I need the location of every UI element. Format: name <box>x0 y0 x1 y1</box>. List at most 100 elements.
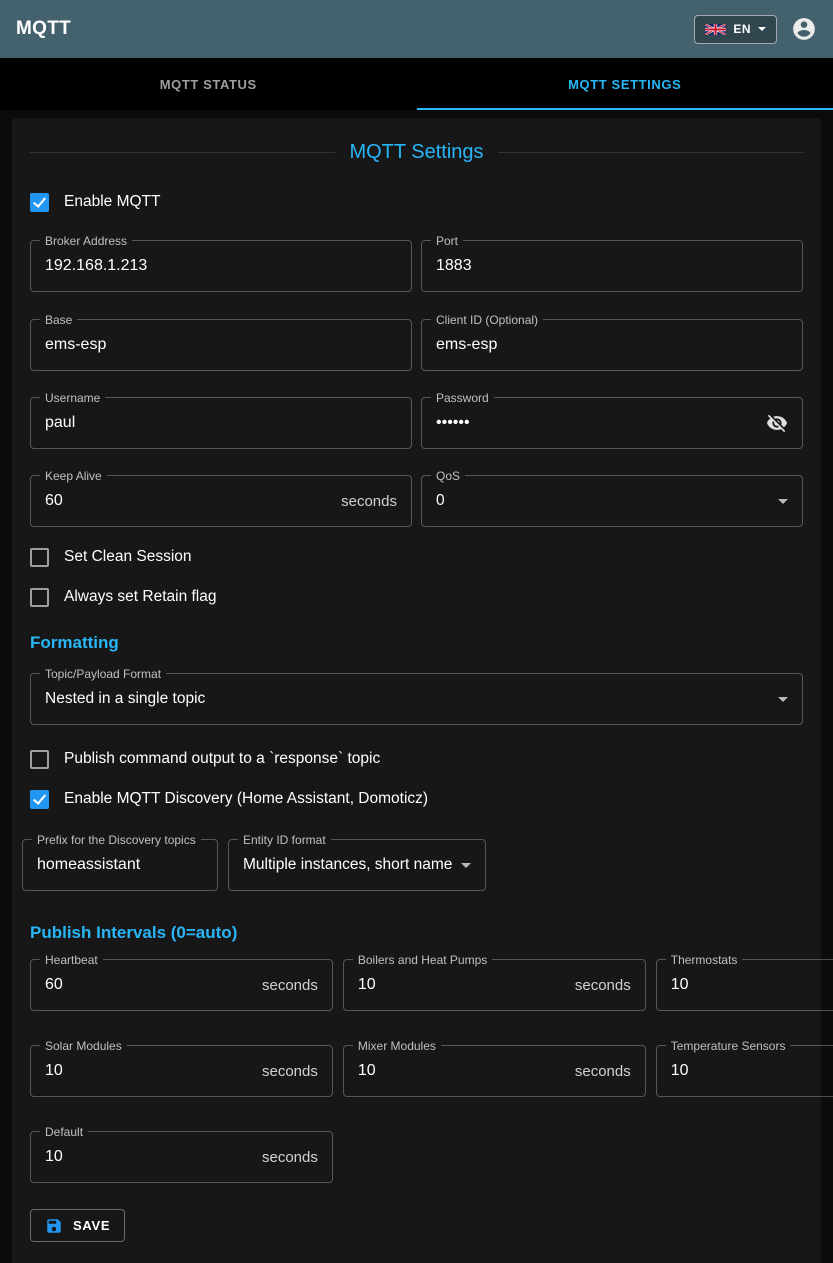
formatting-heading: Formatting <box>30 633 803 653</box>
tab-mqtt-status[interactable]: MQTT STATUS <box>0 58 417 110</box>
field-label: Broker Address <box>40 234 132 248</box>
interval-boilers-input[interactable] <box>358 976 565 994</box>
settings-card: MQTT Settings Enable MQTT Broker Address… <box>12 118 821 1263</box>
field-label: Base <box>40 313 77 327</box>
publish-intervals-heading: Publish Intervals (0=auto) <box>30 923 803 943</box>
selected-value: Nested in a single topic <box>45 690 770 708</box>
keep-alive-field: Keep Alive seconds <box>30 475 412 527</box>
enable-mqtt-checkbox[interactable]: Enable MQTT <box>30 190 803 214</box>
language-selector-button[interactable]: EN <box>694 15 777 44</box>
keep-alive-input[interactable] <box>45 492 331 510</box>
username-field: Username <box>30 397 412 449</box>
credentials-row: Username Password <box>30 397 803 449</box>
app-title: MQTT <box>16 18 71 40</box>
visibility-off-icon <box>766 412 788 434</box>
language-label: EN <box>733 22 751 36</box>
port-field: Port <box>421 240 803 292</box>
broker-port-row: Broker Address Port <box>30 240 803 292</box>
field-label: Heartbeat <box>40 953 103 967</box>
field-label: Temperature Sensors <box>666 1039 791 1053</box>
tab-mqtt-settings[interactable]: MQTT SETTINGS <box>417 58 833 110</box>
checkbox-icon <box>30 588 49 607</box>
port-input[interactable] <box>436 257 788 275</box>
tab-bar: MQTT STATUS MQTT SETTINGS <box>0 58 833 110</box>
field-label: Username <box>40 391 105 405</box>
field-label: Topic/Payload Format <box>40 667 166 681</box>
account-circle-icon <box>791 16 817 42</box>
divider-line <box>498 152 803 153</box>
unit-suffix: seconds <box>341 493 397 510</box>
checkbox-label: Always set Retain flag <box>64 588 217 606</box>
password-input[interactable] <box>436 414 758 432</box>
page-title-divider: MQTT Settings <box>30 138 803 166</box>
unit-suffix: seconds <box>575 977 631 994</box>
app-bar: MQTT EN <box>0 0 833 58</box>
discovery-options-row: Prefix for the Discovery topics Entity I… <box>22 839 803 891</box>
field-label: Keep Alive <box>40 469 107 483</box>
interval-temperature-field: Temperature Sensors seconds <box>656 1045 833 1097</box>
field-label: Thermostats <box>666 953 743 967</box>
checkbox-icon <box>30 548 49 567</box>
interval-solar-field: Solar Modules seconds <box>30 1045 333 1097</box>
interval-boilers-field: Boilers and Heat Pumps seconds <box>343 959 646 1011</box>
publish-response-checkbox[interactable]: Publish command output to a `response` t… <box>30 747 803 771</box>
unit-suffix: seconds <box>262 977 318 994</box>
field-label: QoS <box>431 469 465 483</box>
client-id-field: Client ID (Optional) <box>421 319 803 371</box>
checkbox-label: Publish command output to a `response` t… <box>64 750 380 768</box>
account-button[interactable] <box>791 16 817 42</box>
interval-temperature-input[interactable] <box>671 1062 833 1080</box>
interval-mixer-field: Mixer Modules seconds <box>343 1045 646 1097</box>
qos-select[interactable]: QoS 0 <box>421 475 803 527</box>
active-tab-indicator <box>417 108 833 110</box>
checkbox-label: Enable MQTT Discovery (Home Assistant, D… <box>64 790 428 808</box>
mqtt-discovery-checkbox[interactable]: Enable MQTT Discovery (Home Assistant, D… <box>30 787 803 811</box>
checkbox-icon <box>30 790 49 809</box>
username-input[interactable] <box>45 414 397 432</box>
divider-line <box>30 152 335 153</box>
password-field: Password <box>421 397 803 449</box>
chevron-down-icon <box>758 27 766 31</box>
discovery-prefix-input[interactable] <box>37 856 203 874</box>
interval-default-input[interactable] <box>45 1148 252 1166</box>
interval-thermostats-input[interactable] <box>671 976 833 994</box>
selected-value: 0 <box>436 492 770 510</box>
field-label: Default <box>40 1125 88 1139</box>
checkbox-label: Set Clean Session <box>64 548 192 566</box>
unit-suffix: seconds <box>262 1149 318 1166</box>
interval-solar-input[interactable] <box>45 1062 252 1080</box>
clean-session-checkbox[interactable]: Set Clean Session <box>30 545 803 569</box>
checkbox-icon <box>30 193 49 212</box>
save-icon <box>45 1217 63 1235</box>
checkbox-label: Enable MQTT <box>64 193 160 211</box>
base-input[interactable] <box>45 336 397 354</box>
keepalive-qos-row: Keep Alive seconds QoS 0 <box>30 475 803 527</box>
field-label: Client ID (Optional) <box>431 313 543 327</box>
save-button[interactable]: SAVE <box>30 1209 125 1242</box>
interval-thermostats-field: Thermostats seconds <box>656 959 833 1011</box>
toggle-password-visibility-button[interactable] <box>766 412 788 434</box>
client-id-input[interactable] <box>436 336 788 354</box>
field-label: Entity ID format <box>238 833 331 847</box>
interval-heartbeat-input[interactable] <box>45 976 252 994</box>
selected-value: Multiple instances, short name <box>243 856 453 874</box>
broker-address-field: Broker Address <box>30 240 412 292</box>
dropdown-arrow-icon <box>778 499 788 504</box>
unit-suffix: seconds <box>262 1063 318 1080</box>
topic-payload-format-select[interactable]: Topic/Payload Format Nested in a single … <box>30 673 803 725</box>
uk-flag-icon <box>705 24 726 35</box>
base-field: Base <box>30 319 412 371</box>
entity-id-format-select[interactable]: Entity ID format Multiple instances, sho… <box>228 839 486 891</box>
publish-intervals-grid: Heartbeat seconds Boilers and Heat Pumps… <box>30 959 803 1183</box>
interval-mixer-input[interactable] <box>358 1062 565 1080</box>
dropdown-arrow-icon <box>461 863 471 868</box>
discovery-prefix-field: Prefix for the Discovery topics <box>22 839 218 891</box>
save-button-label: SAVE <box>73 1218 110 1233</box>
unit-suffix: seconds <box>575 1063 631 1080</box>
broker-address-input[interactable] <box>45 257 397 275</box>
field-label: Solar Modules <box>40 1039 127 1053</box>
field-label: Port <box>431 234 463 248</box>
retain-flag-checkbox[interactable]: Always set Retain flag <box>30 585 803 609</box>
checkbox-icon <box>30 750 49 769</box>
field-label: Password <box>431 391 494 405</box>
